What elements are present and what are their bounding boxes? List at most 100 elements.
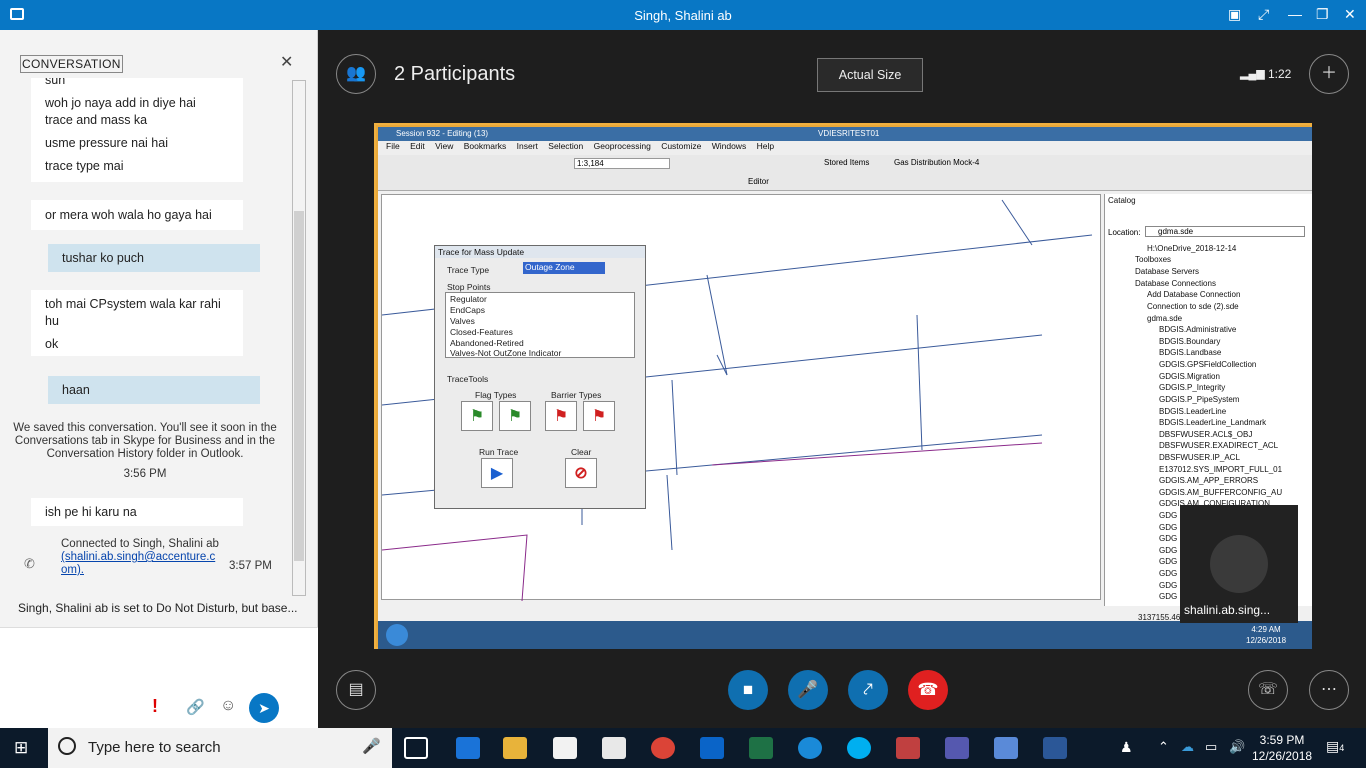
show-hidden-icons[interactable]: ⌃ (1158, 739, 1169, 755)
taskbar-search[interactable]: Type here to search 🎤 (48, 728, 392, 768)
catalog-item[interactable]: GDG (1159, 546, 1177, 555)
trace-type-select[interactable]: Outage Zone (523, 262, 605, 274)
menu-geoprocessing[interactable]: Geoprocessing (594, 141, 651, 151)
barrier-icon[interactable]: ⚑ (545, 401, 577, 431)
call-controls-icon[interactable]: ☏ (1248, 670, 1288, 710)
gas-distribution-select[interactable]: Gas Distribution Mock-4 (894, 158, 979, 167)
catalog-item[interactable]: GDGIS.P_PipeSystem (1159, 395, 1239, 404)
add-participant-icon[interactable]: ＋ (1309, 54, 1349, 94)
run-trace-button[interactable]: ▶ (481, 458, 513, 488)
catalog-item[interactable]: DBSFWUSER.ACL$_OBJ (1159, 430, 1252, 439)
importance-icon[interactable]: ! (152, 696, 158, 717)
catalog-item[interactable]: GDG (1159, 523, 1177, 532)
catalog-item[interactable]: GDGIS.AM_APP_ERRORS (1159, 476, 1258, 485)
task-view-icon[interactable] (404, 737, 428, 759)
add-flag-icon[interactable]: ⚑ (499, 401, 531, 431)
catalog-item[interactable]: BDGIS.LeaderLine (1159, 407, 1226, 416)
edge-icon[interactable] (456, 737, 480, 759)
clear-button[interactable]: ⊘ (565, 458, 597, 488)
catalog-item[interactable]: GDGIS.GPSFieldCollection (1159, 360, 1256, 369)
menu-file[interactable]: File (386, 141, 400, 151)
catalog-item[interactable]: GDG (1159, 534, 1177, 543)
catalog-item[interactable]: DBSFWUSER.IP_ACL (1159, 453, 1240, 462)
windows-start-icon[interactable]: ⊞ (14, 738, 28, 758)
flag-icon[interactable]: ⚑ (461, 401, 493, 431)
mail-icon[interactable] (602, 737, 626, 759)
catalog-item[interactable]: BDGIS.Landbase (1159, 348, 1221, 357)
word-icon[interactable] (1043, 737, 1067, 759)
scale-field[interactable]: 1:3,184 (574, 158, 670, 169)
more-options-icon[interactable]: ⋯ (1309, 670, 1349, 710)
layout-icon[interactable]: ▣ (1228, 6, 1241, 23)
menu-help[interactable]: Help (757, 141, 774, 151)
remote-desktop-icon[interactable] (994, 737, 1018, 759)
stop-point-item[interactable]: Abandoned-Retired (450, 338, 524, 348)
catalog-item[interactable]: GDG (1159, 557, 1177, 566)
catalog-item[interactable]: GDGIS.Migration (1159, 372, 1220, 381)
catalog-item[interactable]: GDGIS.AM_BUFFERCONFIG_AU (1159, 488, 1282, 497)
remote-start-icon[interactable] (386, 624, 408, 646)
menu-bookmarks[interactable]: Bookmarks (464, 141, 507, 151)
fullscreen-icon[interactable]: ⤢ (1258, 6, 1269, 23)
stored-items[interactable]: Stored Items (824, 158, 869, 167)
catalog-item[interactable]: BDGIS.LeaderLine_Landmark (1159, 418, 1266, 427)
video-button[interactable]: ■ (728, 670, 768, 710)
file-explorer-icon[interactable] (503, 737, 527, 759)
chat-scrollbar[interactable] (292, 80, 306, 596)
catalog-item[interactable]: gdma.sde (1147, 314, 1182, 323)
catalog-item[interactable]: Add Database Connection (1147, 290, 1240, 299)
catalog-item[interactable]: GDGIS.P_Integrity (1159, 383, 1225, 392)
attach-icon[interactable]: 🔗 (186, 698, 205, 716)
catalog-item[interactable]: Connection to sde (2).sde (1147, 302, 1239, 311)
menu-view[interactable]: View (435, 141, 453, 151)
catalog-item[interactable]: GDG (1159, 569, 1177, 578)
stop-point-item[interactable]: Valves-Not OutZone Indicator (450, 348, 561, 358)
actual-size-button[interactable]: Actual Size (817, 58, 923, 92)
store-icon[interactable] (553, 737, 577, 759)
menu-windows[interactable]: Windows (712, 141, 746, 151)
catalog-item[interactable]: GDG (1159, 592, 1177, 601)
minimize-button[interactable]: — (1288, 6, 1302, 22)
menu-selection[interactable]: Selection (548, 141, 583, 151)
outlook-icon[interactable] (700, 737, 724, 759)
location-field[interactable]: gdma.sde (1145, 226, 1305, 237)
menu-customize[interactable]: Customize (661, 141, 701, 151)
catalog-item[interactable]: BDGIS.Boundary (1159, 337, 1220, 346)
catalog-item[interactable]: H:\OneDrive_2018-12-14 (1147, 244, 1236, 253)
menu-edit[interactable]: Edit (410, 141, 425, 151)
chat-toggle-icon[interactable]: ▤ (336, 670, 376, 710)
stop-points-list[interactable]: Regulator EndCaps Valves Closed-Features… (445, 292, 635, 358)
email-link[interactable]: (shalini.ab.singh@accenture.c om). (61, 551, 221, 577)
stop-point-item[interactable]: Closed-Features (450, 327, 513, 337)
snipping-tool-icon[interactable] (896, 737, 920, 759)
close-window-button[interactable]: ✕ (1344, 6, 1356, 23)
restore-button[interactable]: ❐ (1316, 6, 1329, 23)
taskbar-clock[interactable]: 3:59 PM 12/26/2018 (1252, 732, 1312, 764)
hang-up-button[interactable]: ☎ (908, 670, 948, 710)
map-view[interactable]: Trace for Mass Update Trace Type Outage … (381, 194, 1101, 601)
present-button[interactable]: ⤤ (848, 670, 888, 710)
teams-icon[interactable] (945, 737, 969, 759)
catalog-item[interactable]: BDGIS.Administrative (1159, 325, 1236, 334)
microphone-icon[interactable]: 🎤 (362, 737, 381, 755)
action-center-icon[interactable]: ▤4 (1326, 738, 1344, 755)
close-conversation-button[interactable]: ✕ (280, 52, 293, 72)
onedrive-icon[interactable]: ☁ (1181, 739, 1194, 755)
stop-point-item[interactable]: Regulator (450, 294, 487, 304)
catalog-item[interactable]: Toolboxes (1135, 255, 1171, 264)
video-preview[interactable]: shalini.ab.sing... (1180, 505, 1298, 623)
editor-menu[interactable]: Editor (748, 177, 769, 186)
send-button[interactable]: ➤ (249, 693, 279, 723)
catalog-item[interactable]: Database Servers (1135, 267, 1199, 276)
add-barrier-icon[interactable]: ⚑ (583, 401, 615, 431)
catalog-item[interactable]: GDG (1159, 581, 1177, 590)
menu-insert[interactable]: Insert (517, 141, 538, 151)
volume-icon[interactable]: 🔊 (1229, 739, 1245, 755)
catalog-item[interactable]: Database Connections (1135, 279, 1216, 288)
chrome-icon[interactable] (651, 737, 675, 759)
mic-button[interactable]: 🎤 (788, 670, 828, 710)
catalog-item[interactable]: E137012.SYS_IMPORT_FULL_01 (1159, 465, 1282, 474)
catalog-item[interactable]: DBSFWUSER.EXADIRECT_ACL (1159, 441, 1278, 450)
excel-icon[interactable] (749, 737, 773, 759)
people-icon[interactable]: ♟ (1120, 739, 1133, 756)
